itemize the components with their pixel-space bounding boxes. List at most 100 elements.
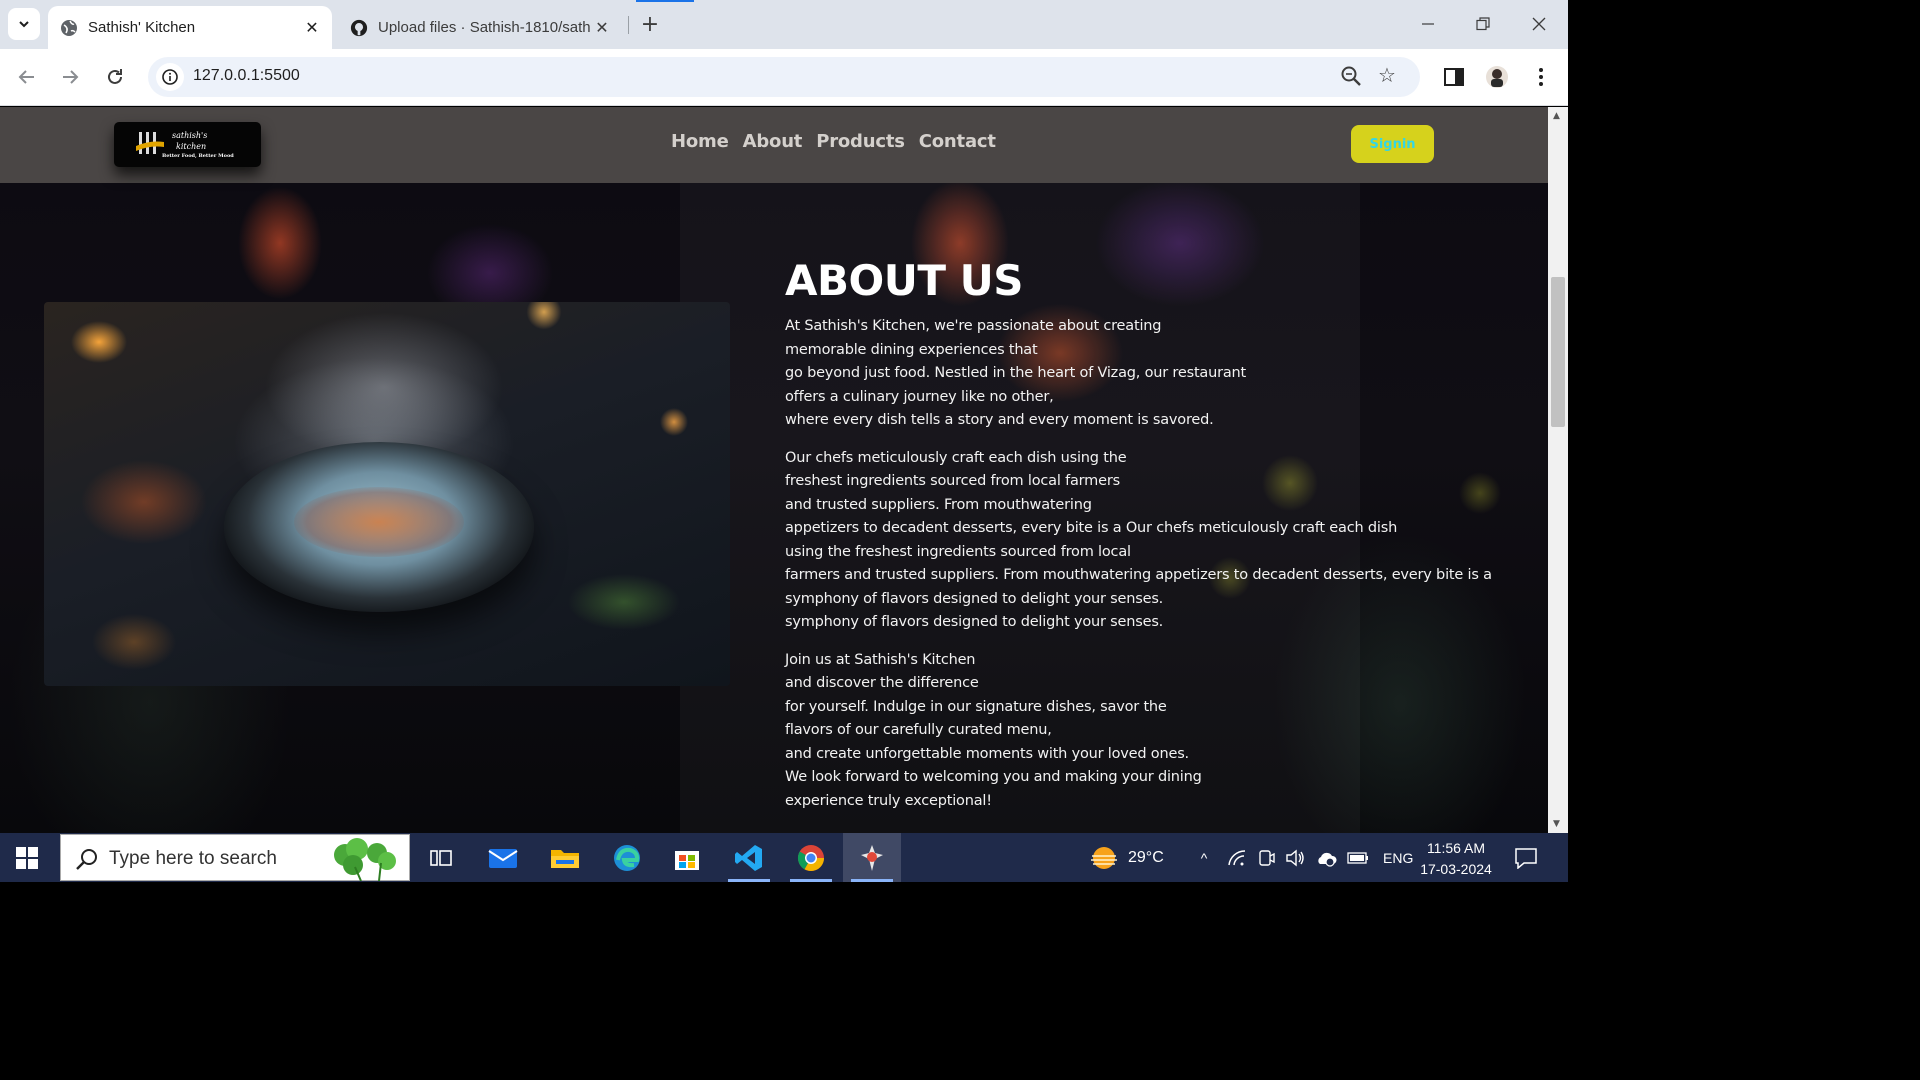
about-heading: ABOUT US bbox=[785, 256, 1023, 305]
weather-temperature: 29°C bbox=[1128, 848, 1164, 866]
minimize-icon bbox=[1422, 23, 1434, 25]
about-paragraph-3: Join us at Sathish's Kitchen and discove… bbox=[785, 651, 1202, 809]
browser-tab-strip: Sathish' Kitchen ✕ Upload files · Sathis… bbox=[0, 0, 1568, 49]
tab-title: Upload files · Sathish-1810/sath bbox=[378, 19, 590, 36]
system-tray: ^ ENG bbox=[1195, 833, 1413, 882]
globe-icon bbox=[60, 19, 78, 37]
notifications-button[interactable] bbox=[1514, 833, 1538, 882]
tab-loading-indicator bbox=[636, 0, 694, 2]
battery-icon[interactable] bbox=[1347, 851, 1369, 864]
tab-title: Sathish' Kitchen bbox=[88, 19, 196, 36]
minimize-button[interactable] bbox=[1408, 10, 1448, 38]
meet-now-icon[interactable] bbox=[1257, 849, 1275, 867]
signin-button[interactable]: Signin bbox=[1351, 125, 1434, 163]
restore-button[interactable] bbox=[1463, 10, 1503, 38]
browser-toolbar: 127.0.0.1:5500 ☆ bbox=[0, 49, 1568, 106]
restore-icon bbox=[1476, 17, 1490, 31]
address-bar[interactable]: 127.0.0.1:5500 ☆ bbox=[148, 57, 1420, 97]
weather-sun-icon bbox=[1091, 846, 1117, 869]
edge-browser-button[interactable] bbox=[598, 833, 656, 882]
browser-menu-button[interactable] bbox=[1527, 63, 1555, 91]
about-paragraph-2: Our chefs meticulously craft each dish u… bbox=[785, 449, 1492, 631]
store-icon bbox=[675, 850, 699, 870]
language-indicator[interactable]: ENG bbox=[1383, 850, 1413, 866]
close-tab-icon[interactable]: ✕ bbox=[300, 16, 324, 40]
site-info-icon[interactable] bbox=[156, 63, 184, 91]
zoom-icon[interactable] bbox=[1340, 65, 1364, 89]
nav-home[interactable]: Home bbox=[671, 131, 729, 152]
tab-search-button[interactable] bbox=[8, 8, 40, 40]
page-scrollbar[interactable]: ▲ ▼ bbox=[1548, 107, 1568, 833]
forward-button[interactable] bbox=[54, 61, 86, 93]
reload-button[interactable] bbox=[99, 61, 131, 93]
folder-icon bbox=[551, 849, 579, 868]
close-tab-icon[interactable]: ✕ bbox=[590, 16, 614, 40]
logo-text-line1: sathish's bbox=[172, 131, 208, 140]
git-app-button[interactable] bbox=[843, 833, 901, 882]
steam-shape bbox=[264, 312, 504, 462]
main-nav: Home About Products Contact bbox=[671, 131, 996, 152]
site-header: sathish's kitchen Better Food, Better Mo… bbox=[0, 107, 1548, 183]
clock-time: 11:56 AM bbox=[1426, 840, 1486, 856]
vscode-button[interactable] bbox=[720, 833, 778, 882]
search-placeholder: Type here to search bbox=[109, 848, 277, 869]
clock-date: 17-03-2024 bbox=[1420, 861, 1492, 877]
git-app-icon bbox=[861, 844, 883, 871]
taskbar-search-box[interactable]: Type here to search bbox=[60, 834, 410, 881]
logo-text-line2: kitchen bbox=[176, 142, 207, 151]
onedrive-cloud-icon[interactable] bbox=[1315, 849, 1337, 867]
microsoft-store-button[interactable] bbox=[658, 833, 716, 882]
scroll-down-arrow-icon[interactable]: ▼ bbox=[1553, 819, 1563, 829]
vscode-icon bbox=[735, 844, 762, 871]
close-window-button[interactable] bbox=[1519, 10, 1559, 38]
mail-app-button[interactable] bbox=[474, 833, 532, 882]
scrollbar-thumb[interactable] bbox=[1551, 277, 1565, 427]
page-viewport: sathish's kitchen Better Food, Better Mo… bbox=[0, 107, 1548, 833]
profile-avatar[interactable] bbox=[1483, 63, 1511, 91]
scroll-up-arrow-icon[interactable]: ▲ bbox=[1553, 111, 1563, 121]
volume-icon[interactable] bbox=[1285, 849, 1305, 867]
search-icon bbox=[76, 849, 97, 870]
mail-icon bbox=[488, 848, 518, 868]
file-explorer-button[interactable] bbox=[536, 833, 594, 882]
weather-widget[interactable]: 29°C bbox=[1088, 833, 1164, 882]
arrow-right-icon bbox=[63, 70, 79, 84]
chrome-button[interactable] bbox=[782, 833, 840, 882]
taskbar-clock[interactable]: 11:56 AM 17-03-2024 bbox=[1410, 838, 1502, 880]
tab-separator bbox=[628, 16, 629, 34]
windows-taskbar: Type here to search 29°C ^ ENG 11:56 AM … bbox=[0, 833, 1568, 882]
wok-shape bbox=[224, 442, 534, 612]
chrome-icon bbox=[797, 844, 825, 871]
url-text[interactable]: 127.0.0.1:5500 bbox=[193, 67, 300, 85]
tab-upload-files[interactable]: Upload files · Sathish-1810/sath ✕ bbox=[340, 6, 622, 49]
side-panel-icon bbox=[1444, 68, 1464, 86]
shamrock-icon bbox=[334, 838, 396, 881]
windows-start-icon[interactable] bbox=[16, 847, 38, 869]
site-logo[interactable]: sathish's kitchen Better Food, Better Mo… bbox=[114, 122, 261, 167]
hotpot-food-image bbox=[44, 302, 730, 686]
chevron-up-icon[interactable]: ^ bbox=[1195, 850, 1213, 866]
wifi-icon[interactable] bbox=[1227, 849, 1247, 867]
nav-about[interactable]: About bbox=[743, 131, 803, 152]
nav-products[interactable]: Products bbox=[816, 131, 905, 152]
chevron-down-icon bbox=[19, 21, 29, 28]
edge-icon bbox=[614, 844, 640, 871]
more-vertical-icon bbox=[1539, 68, 1543, 86]
close-icon bbox=[1532, 17, 1546, 31]
new-tab-button[interactable]: + bbox=[636, 10, 664, 38]
back-button[interactable] bbox=[11, 61, 43, 93]
arrow-left-icon bbox=[18, 70, 34, 84]
github-icon bbox=[350, 19, 368, 37]
task-view-button[interactable] bbox=[412, 833, 470, 882]
side-panel-button[interactable] bbox=[1440, 63, 1468, 91]
reload-icon bbox=[108, 69, 122, 84]
avatar-icon bbox=[1486, 66, 1508, 88]
about-paragraph-1: At Sathish's Kitchen, we're passionate a… bbox=[785, 318, 1247, 428]
about-section: ABOUT US At Sathish's Kitchen, we're pas… bbox=[785, 257, 1505, 827]
bookmark-star-icon[interactable]: ☆ bbox=[1378, 63, 1402, 87]
notification-icon bbox=[1515, 847, 1537, 869]
task-view-icon bbox=[430, 849, 452, 866]
logo-tagline: Better Food, Better Mood bbox=[162, 153, 234, 159]
nav-contact[interactable]: Contact bbox=[919, 131, 996, 152]
tab-sathish-kitchen[interactable]: Sathish' Kitchen ✕ bbox=[48, 6, 332, 49]
